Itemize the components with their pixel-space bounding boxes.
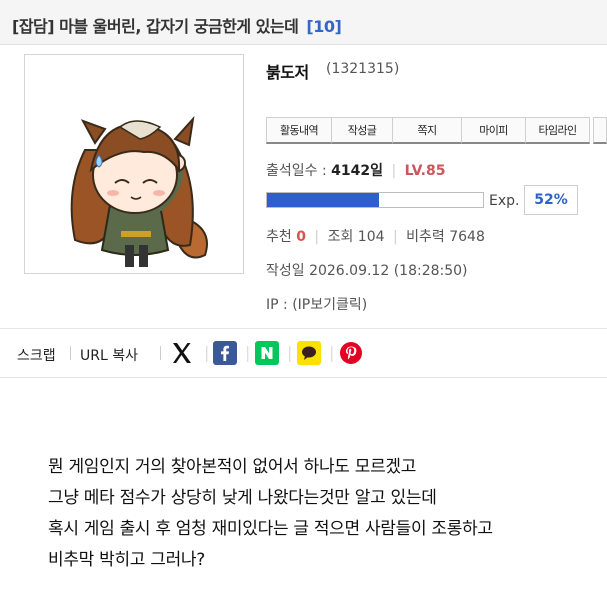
tab-posts[interactable]: 작성글	[332, 117, 393, 144]
written-date: 작성일 2026.09.12 (18:28:50)	[266, 263, 468, 279]
tab-activity[interactable]: 활동내역	[266, 117, 332, 144]
exp-label: Exp.	[489, 193, 520, 209]
post-body: 뭔 게임인지 거의 찾아본적이 없어서 하나도 모르겠고 그냥 메타 점수가 상…	[48, 452, 493, 576]
facebook-icon[interactable]	[213, 341, 237, 365]
author-profile: 붉도저 (1321315) 활동내역 작성글 쪽지 마이피 타임라인 출석일수 …	[0, 44, 607, 329]
tab-message[interactable]: 쪽지	[393, 117, 462, 144]
author-id: (1321315)	[326, 61, 400, 77]
share-bar: 스크랩 URL 복사 | | | |	[0, 329, 607, 378]
divider: |	[329, 343, 335, 362]
post-title-text: 마블 울버린, 갑자기 궁금한게 있는데	[59, 17, 299, 36]
post-body-line: 비추막 박히고 그러나?	[48, 550, 205, 570]
avatar	[24, 54, 244, 274]
attendance-label: 출석일수 :	[266, 163, 327, 179]
criticism-score: 비추력 7648	[406, 229, 485, 245]
divider: |	[314, 229, 320, 245]
post-body-line: 혹시 게임 출시 후 엄청 재미있다는 글 적으면 사람들이 조롱하고	[48, 519, 493, 539]
comment-count[interactable]: [10]	[306, 17, 341, 36]
post-stats: 추천 0 | 조회 104 | 비추력 7648	[266, 226, 485, 246]
post-body-line: 뭔 게임인지 거의 찾아본적이 없어서 하나도 모르겠고	[48, 457, 417, 477]
divider: |	[392, 229, 398, 245]
recommend-label: 추천	[266, 229, 292, 245]
divider	[160, 346, 161, 360]
post-title-bar: [잡담] 마블 울버린, 갑자기 궁금한게 있는데 [10]	[0, 0, 607, 45]
profile-tabs: 활동내역 작성글 쪽지 마이피 타임라인	[266, 117, 607, 144]
recommend-count: 0	[296, 229, 306, 245]
tab-timeline[interactable]: 타임라인	[526, 117, 590, 144]
x-twitter-icon[interactable]	[170, 341, 194, 365]
attendance-info: 출석일수 : 4142일 | LV.85	[266, 160, 445, 180]
avatar-character-image	[70, 115, 208, 267]
tab-mypi[interactable]: 마이피	[462, 117, 526, 144]
post-title: [잡담] 마블 울버린, 갑자기 궁금한게 있는데 [10]	[12, 13, 342, 37]
naver-icon[interactable]	[255, 341, 279, 365]
divider: |	[245, 343, 251, 362]
divider: |	[287, 343, 293, 362]
exp-progress-bar	[266, 192, 484, 208]
exp-progress-fill	[267, 193, 380, 207]
divider	[70, 346, 71, 360]
url-copy-button[interactable]: URL 복사	[80, 345, 138, 365]
attendance-days: 4142일	[331, 163, 383, 179]
post-category: [잡담]	[12, 17, 55, 36]
divider: |	[391, 163, 397, 179]
ip-info[interactable]: IP : (IP보기클릭)	[266, 294, 367, 314]
user-level: LV.85	[404, 163, 446, 179]
scrap-button[interactable]: 스크랩	[17, 345, 56, 365]
pinterest-icon[interactable]	[339, 341, 363, 365]
divider: |	[204, 343, 210, 362]
author-nickname[interactable]: 붉도저	[266, 59, 309, 83]
view-count: 조회 104	[327, 229, 385, 245]
tab-overflow[interactable]	[593, 117, 607, 144]
post-body-line: 그냥 메타 점수가 상당히 낮게 나왔다는것만 알고 있는데	[48, 488, 437, 508]
kakao-story-icon[interactable]	[297, 341, 321, 365]
exp-percent: 52%	[524, 185, 578, 215]
